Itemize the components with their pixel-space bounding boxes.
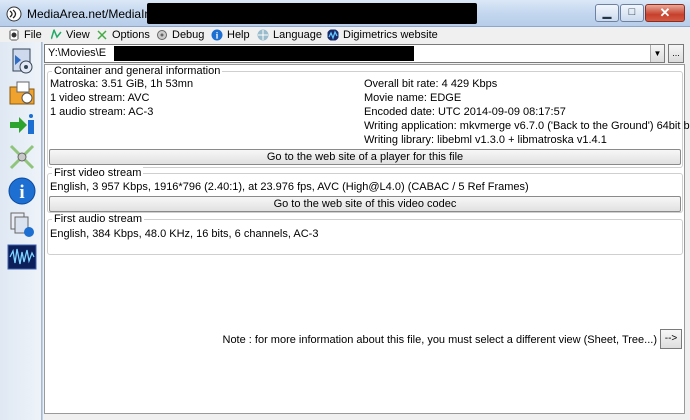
player-website-button[interactable]: Go to the web site of a player for this … [49,149,681,165]
general-title: Container and general information [52,65,223,77]
svg-text:i: i [19,182,24,203]
menu-digimetrics[interactable]: Digimetrics website [327,27,438,42]
main-area: Y:\Movies\E ▼ ... Container and general … [43,42,690,420]
help-icon: i [211,29,223,40]
menu-bar: File View Options Debug i Help Language … [0,27,690,42]
video-info: English, 3 957 Kbps, 1916*796 (2.40:1), … [50,181,529,193]
open-file-icon[interactable] [7,46,37,76]
close-icon: ✕ [659,5,671,20]
menu-help[interactable]: i Help [211,27,250,42]
menu-digimetrics-label: Digimetrics website [343,28,438,41]
multi-file-icon[interactable] [7,210,37,240]
file-path: Y:\Movies\E [48,47,107,59]
general-left-line: 1 video stream: AVC [50,92,150,104]
easy-view-panel: Container and general information Matros… [44,64,690,414]
title-bar: MediaArea.net/MediaInfo - Y:\Mo ▁ □ ✕ [0,0,690,27]
redacted-path [114,46,414,61]
menu-file[interactable]: File [8,27,42,42]
maximize-icon: □ [628,6,636,18]
general-left-line: Matroska: 3.51 GiB, 1h 53mn [50,78,194,90]
view-icon [50,28,62,40]
menu-language-label: Language [273,28,322,41]
menu-view[interactable]: View [50,27,90,42]
video-codec-website-button[interactable]: Go to the web site of this video codec [49,196,681,212]
audio-info: English, 384 Kbps, 48.0 KHz, 16 bits, 6 … [50,228,319,240]
file-selector[interactable]: Y:\Movies\E ▼ [44,44,665,63]
general-right-line: Encoded date: UTC 2014-09-09 08:17:57 [364,106,566,118]
digimetrics-icon [327,29,339,40]
export-icon[interactable] [7,110,37,140]
browse-button[interactable]: ... [668,44,684,63]
general-right-line: Writing library: libebml v1.3.0 + libmat… [364,134,607,146]
menu-language[interactable]: Language [257,27,322,42]
open-folder-icon[interactable] [7,78,37,108]
maximize-button[interactable]: □ [620,4,644,22]
minimize-icon: ▁ [602,7,612,19]
video-title: First video stream [52,167,144,179]
about-icon[interactable]: i [7,176,37,206]
menu-options[interactable]: Options [96,27,150,42]
menu-debug-label: Debug [172,28,205,41]
general-right-line: Movie name: EDGE [364,92,462,104]
options-icon [97,29,107,40]
menu-options-label: Options [112,28,150,41]
audio-group: First audio stream English, 384 Kbps, 48… [47,213,683,255]
dropdown-arrow-icon[interactable]: ▼ [650,45,664,62]
view-hint-note: Note : for more information about this f… [222,334,658,346]
menu-debug[interactable]: Debug [156,27,204,42]
app-icon [6,6,22,22]
general-left-line: 1 audio stream: AC-3 [50,106,154,118]
file-icon [9,29,19,40]
debug-icon [157,29,167,40]
general-right-line: Writing application: mkvmerge v6.7.0 ('B… [364,120,690,132]
minimize-button[interactable]: ▁ [595,4,619,22]
menu-help-label: Help [227,28,250,41]
general-group: Container and general information Matros… [47,65,690,168]
audio-wave-icon[interactable] [7,242,37,272]
menu-file-label: File [24,28,42,41]
menu-view-label: View [66,28,90,41]
redacted-region [147,3,477,24]
left-toolbar: i [0,42,42,420]
next-view-button[interactable]: --> [660,329,682,349]
video-group: First video stream English, 3 957 Kbps, … [47,167,683,213]
language-icon [257,29,269,40]
preferences-icon[interactable] [7,142,37,172]
audio-title: First audio stream [52,213,145,225]
close-button[interactable]: ✕ [645,4,685,22]
general-right-line: Overall bit rate: 4 429 Kbps [364,78,498,90]
